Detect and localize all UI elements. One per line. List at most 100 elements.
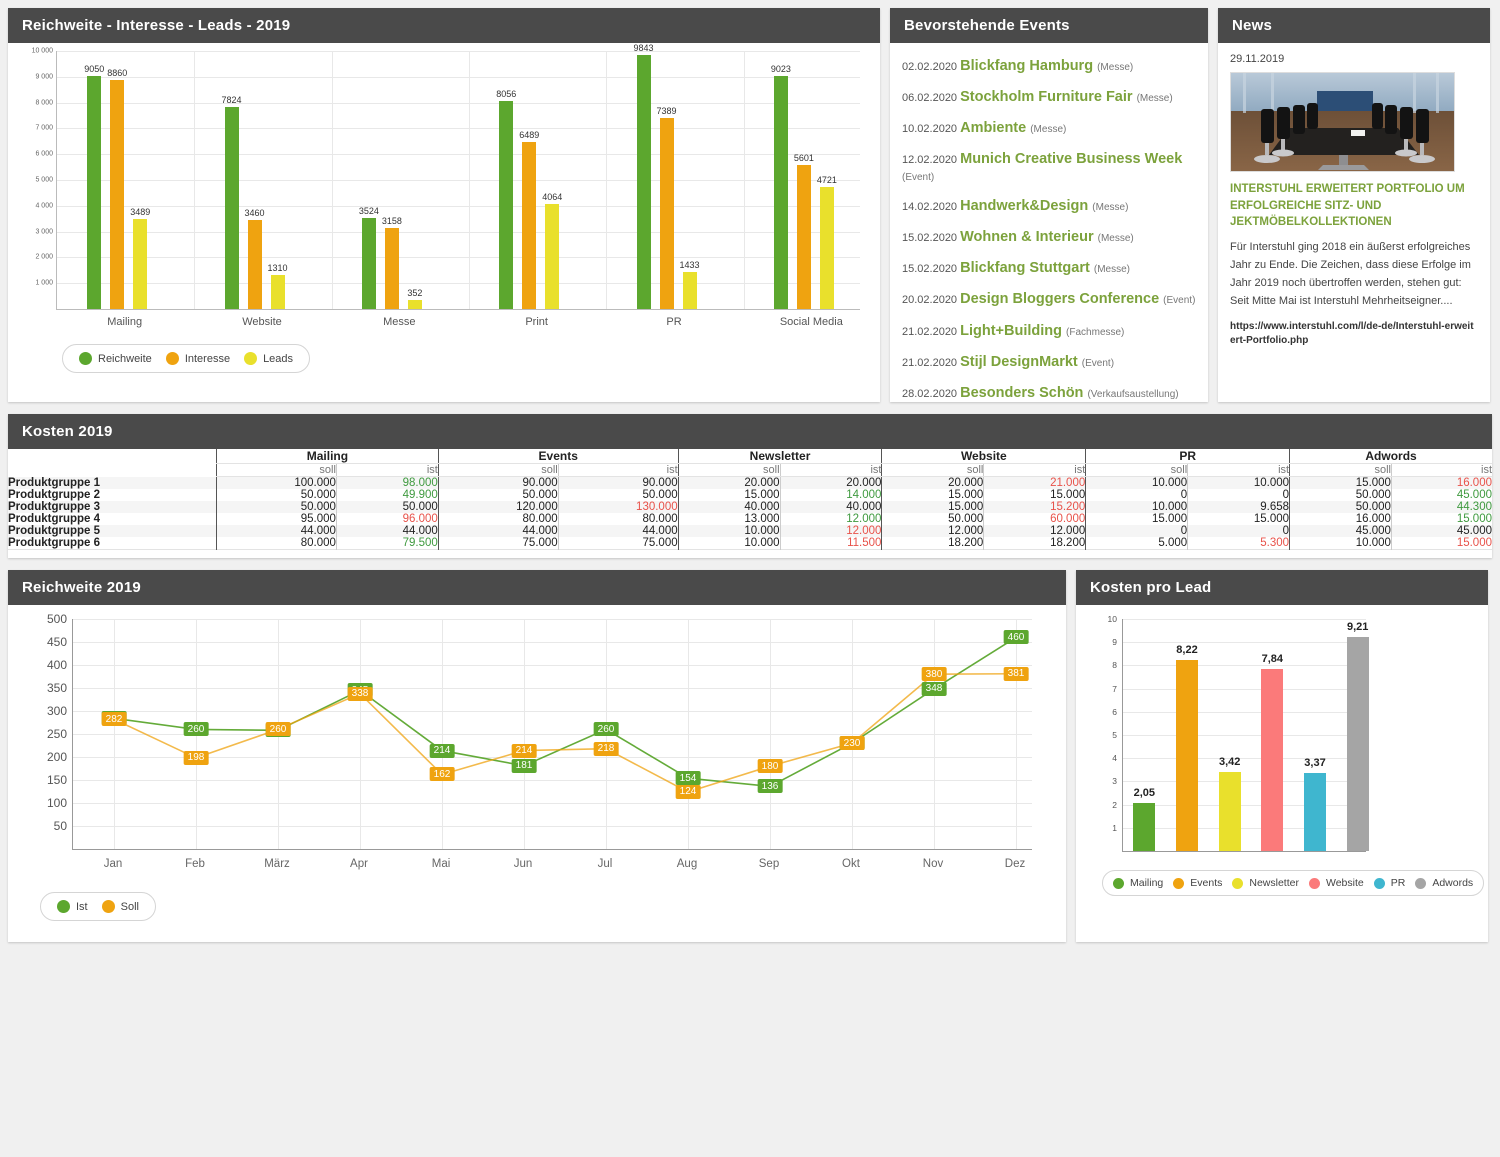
event-name[interactable]: Light+Building xyxy=(960,323,1066,339)
event-name[interactable]: Stockholm Furniture Fair xyxy=(960,89,1136,105)
event-name[interactable]: Ambiente xyxy=(960,120,1030,136)
bar[interactable]: 9,21 xyxy=(1346,621,1369,851)
gridline xyxy=(469,51,470,309)
bar[interactable]: 9050 xyxy=(84,64,104,309)
grouped-bar-x-axis-labels: Mailing Website Messe Print PR Social Media xyxy=(56,310,860,334)
event-item[interactable]: 15.02.2020 Wohnen & Interieur (Messe) xyxy=(902,228,1196,246)
bar[interactable]: 1310 xyxy=(268,263,288,309)
table-row[interactable]: Produktgruppe 4 95.000 96.000 80.000 80.000 1… xyxy=(8,513,1492,525)
bar[interactable]: 5601 xyxy=(794,153,814,309)
event-type: (Messe) xyxy=(1092,202,1129,213)
event-item[interactable]: 12.02.2020 Munich Creative Business Week… xyxy=(902,150,1196,184)
event-date: 14.02.2020 xyxy=(902,201,961,213)
event-name[interactable]: Design Bloggers Conference xyxy=(960,291,1163,307)
legend-item[interactable]: Newsletter xyxy=(1232,877,1299,889)
bar[interactable]: 3489 xyxy=(130,207,150,309)
bar[interactable]: 6489 xyxy=(519,130,539,309)
table-row[interactable]: Produktgruppe 2 50.000 49.900 50.000 50.000 1… xyxy=(8,489,1492,501)
event-type: (Messe) xyxy=(1093,264,1130,276)
event-item[interactable]: 14.02.2020 Handwerk&Design (Messe) xyxy=(902,197,1196,215)
x-axis-label: Messe xyxy=(383,316,416,328)
table-cell: 10.000 xyxy=(677,537,781,550)
bar[interactable]: 3,37 xyxy=(1304,757,1326,851)
bar[interactable]: 8860 xyxy=(107,68,127,309)
table-cell: 50.000 xyxy=(881,513,984,525)
bar[interactable]: 2,05 xyxy=(1133,787,1156,851)
legend-item[interactable]: Events xyxy=(1173,877,1222,889)
bar[interactable]: 3158 xyxy=(382,216,402,309)
table-cell: 12.000 xyxy=(779,525,882,537)
event-name[interactable]: Handwerk&Design xyxy=(960,198,1092,214)
bar[interactable]: 1433 xyxy=(680,260,700,309)
legend-item[interactable]: Soll xyxy=(101,900,139,913)
bar[interactable]: 3524 xyxy=(359,206,379,309)
table-cell: 0 xyxy=(1085,489,1188,501)
event-item[interactable]: 20.02.2020 Design Bloggers Conference (E… xyxy=(902,290,1196,308)
bar[interactable]: 7,84 xyxy=(1261,653,1284,851)
event-name[interactable]: Wohnen & Interieur xyxy=(960,229,1098,245)
event-name[interactable]: Besonders Schön xyxy=(960,385,1087,401)
event-date: 02.02.2020 xyxy=(902,61,961,73)
legend-item[interactable]: Interesse xyxy=(165,352,230,365)
event-type: (Messe) xyxy=(1097,62,1134,73)
bar-value-label: 2,05 xyxy=(1133,787,1156,800)
bar[interactable]: 8056 xyxy=(496,89,516,309)
bar[interactable]: 3,42 xyxy=(1218,756,1241,851)
legend-item[interactable]: PR xyxy=(1373,877,1405,889)
bar[interactable]: 7389 xyxy=(657,106,677,309)
grouped-bar-plot-area: 1 000 2 000 3 000 4 000 5 000 6 000 7 000 8 000… xyxy=(32,43,860,310)
point-value-label: 380 xyxy=(921,667,947,682)
event-item[interactable]: 28.02.2020 Besonders Schön (Verkaufsaust… xyxy=(902,384,1196,402)
legend-item[interactable]: Adwords xyxy=(1415,877,1473,889)
table-row[interactable]: Produktgruppe 1 100.000 98.000 90.000 90.000… xyxy=(8,476,1492,489)
legend-item[interactable]: Website xyxy=(1308,877,1364,889)
table-cell: 15.000 xyxy=(1390,513,1492,525)
bar[interactable]: 7824 xyxy=(222,95,242,309)
gridline xyxy=(57,257,860,259)
line-series-svg xyxy=(113,636,1017,793)
event-item[interactable]: 02.02.2020 Blickfang Hamburg (Messe) xyxy=(902,57,1196,75)
event-name[interactable]: Blickfang Stuttgart xyxy=(960,260,1094,276)
legend-item[interactable]: Leads xyxy=(244,352,293,365)
table-cell: 45.000 xyxy=(1390,525,1492,537)
event-date: 21.02.2020 xyxy=(902,325,961,338)
x-axis-label: Mai xyxy=(431,858,451,870)
event-name[interactable]: Munich Creative Business Week xyxy=(960,151,1182,167)
event-name[interactable]: Blickfang Hamburg xyxy=(960,58,1097,74)
bar[interactable]: 352 xyxy=(407,288,422,309)
gridline xyxy=(1123,758,1366,760)
legend-color-dot xyxy=(244,352,258,365)
y-axis-tick: 8 000 xyxy=(35,99,53,107)
column-sub-header: ist xyxy=(1187,463,1290,477)
bar[interactable]: 4064 xyxy=(542,192,562,309)
news-link[interactable]: https://www.interstuhl.com/l/de-de/Inter… xyxy=(1230,320,1478,349)
event-item[interactable]: 21.02.2020 Light+Building (Fachmesse) xyxy=(902,322,1196,340)
legend-item[interactable]: Reichweite xyxy=(79,352,152,365)
bar[interactable]: 4721 xyxy=(817,175,837,309)
table-cell: 79.500 xyxy=(335,537,439,550)
x-axis-label: Jul xyxy=(597,858,613,870)
table-row[interactable]: Produktgruppe 5 44.000 44.000 44.000 44.000 1… xyxy=(8,525,1492,537)
gridline xyxy=(1123,642,1366,644)
y-axis-tick: 300 xyxy=(46,704,67,718)
event-item[interactable]: 10.02.2020 Ambiente (Messe) xyxy=(902,119,1196,137)
bar[interactable]: 8,22 xyxy=(1176,644,1198,851)
table-cell: 15.000 xyxy=(1187,513,1290,525)
event-item[interactable]: 21.02.2020 Stijl DesignMarkt (Event) xyxy=(902,353,1196,371)
event-name[interactable]: Stijl DesignMarkt xyxy=(960,354,1082,370)
row-label: Produktgruppe 3 xyxy=(8,501,217,513)
legend-color-dot xyxy=(1232,877,1244,889)
legend-item[interactable]: Ist xyxy=(57,900,88,913)
gridline xyxy=(1123,711,1366,713)
bar[interactable]: 9023 xyxy=(771,64,791,309)
table-cell: 44.000 xyxy=(437,525,559,537)
table-row[interactable]: Produktgruppe 6 80.000 79.500 75.000 75.000 1… xyxy=(8,537,1492,550)
bar[interactable]: 3460 xyxy=(245,208,265,309)
bar[interactable]: 9843 xyxy=(634,43,654,309)
table-row[interactable]: Produktgruppe 3 50.000 50.000 120.000 130.00… xyxy=(8,501,1492,513)
event-item[interactable]: 15.02.2020 Blickfang Stuttgart (Messe) xyxy=(902,259,1196,277)
legend-item[interactable]: Mailing xyxy=(1113,877,1163,889)
event-item[interactable]: 06.02.2020 Stockholm Furniture Fair (Mes… xyxy=(902,88,1196,106)
table-cell: 0 xyxy=(1085,525,1188,537)
gridline xyxy=(1123,781,1366,783)
